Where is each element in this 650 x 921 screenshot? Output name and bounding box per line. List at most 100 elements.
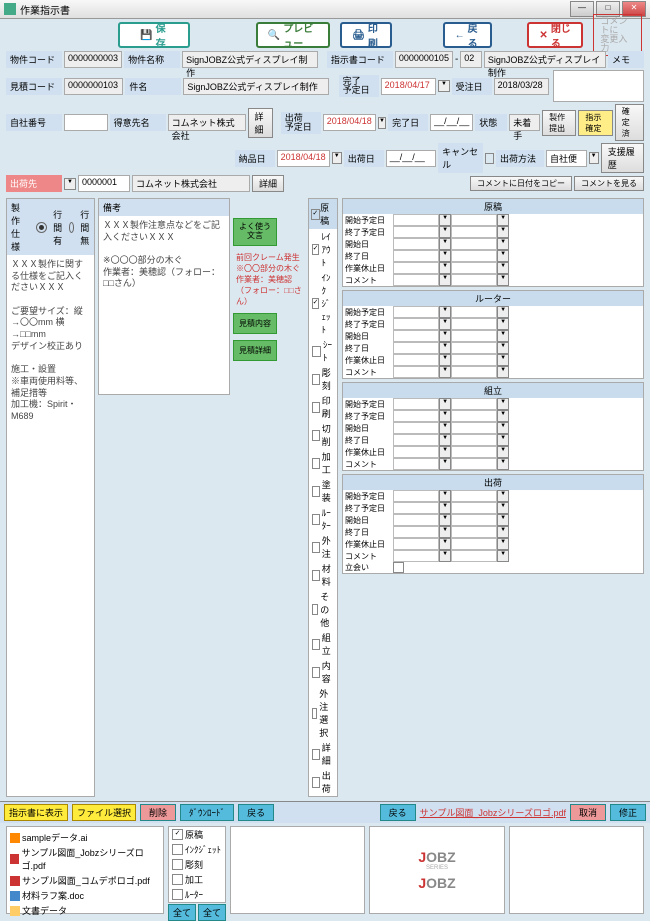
sched-dd[interactable]: ▼ [439,398,451,410]
kanryo-date[interactable]: 2018/04/17 [381,78,437,95]
minimize-button[interactable]: — [570,1,594,17]
sched-input[interactable] [393,262,439,274]
chk-3[interactable] [312,374,320,385]
sched-dd[interactable]: ▼ [439,354,451,366]
sched-input[interactable] [393,318,439,330]
fix-button[interactable]: 修正 [610,804,646,821]
sched-dd[interactable]: ▼ [439,502,451,514]
tokui-detail-button[interactable]: 詳細 [248,108,273,138]
estimate-detail-button[interactable]: 見積詳細 [233,340,277,361]
request-box[interactable]: コメントに 変更入力 [593,14,642,56]
back-button[interactable]: ←戻る [443,22,492,48]
sched-dd[interactable]: ▼ [439,318,451,330]
delete-button[interactable]: 削除 [140,804,176,821]
file-item[interactable]: 材料ラフ案.doc [10,888,160,903]
download-button[interactable]: ﾀﾞｳﾝﾛｰﾄﾞ [180,804,234,821]
shiji-display-button[interactable]: 指示書に表示 [4,804,68,821]
sched-input[interactable] [393,550,439,562]
chk-7[interactable] [312,486,320,497]
gyou-ari-radio[interactable] [36,222,47,233]
chk-15[interactable] [312,749,320,760]
chk-0[interactable]: ✓ [312,244,320,255]
sched-input[interactable] [393,538,439,550]
file-item[interactable]: サンプル図面_コムデポロゴ.pdf [10,873,160,888]
hensou-button[interactable]: 支援履歴 [601,143,644,173]
sched-dd[interactable]: ▼ [439,526,451,538]
chk2-1[interactable] [172,844,183,855]
comment-copy-button[interactable]: コメントに日付をコピー [470,176,572,191]
sched-input[interactable] [393,526,439,538]
chk2-4[interactable] [172,889,183,900]
shukkasaki-detail-button[interactable]: 詳細 [252,175,284,192]
shukka-method-value[interactable]: 自社便 [546,150,587,167]
sched-dd[interactable]: ▼ [439,422,451,434]
chk-11[interactable] [312,604,319,615]
seizo-button[interactable]: 製作提出 [542,110,576,136]
tachiai-chk[interactable] [393,562,404,573]
sched-dd[interactable]: ▼ [439,342,451,354]
chk-6[interactable] [312,458,320,469]
file-select-button[interactable]: ファイル選択 [72,804,136,821]
estimate-content-button[interactable]: 見積内容 [233,313,277,334]
chk2-0[interactable]: ✓ [172,829,183,840]
sched-dd[interactable]: ▼ [439,490,451,502]
shukka-method-dd[interactable]: ▼ [589,152,599,164]
sched-dd[interactable]: ▼ [439,410,451,422]
all-on-button[interactable]: 全て [168,904,196,921]
kanryobi-value[interactable]: __/__/__ [430,114,473,131]
sched-input[interactable] [393,446,439,458]
memo-field[interactable] [553,70,644,102]
chk-8[interactable] [312,514,320,525]
sched-dd[interactable]: ▼ [439,538,451,550]
chk2-3[interactable] [172,874,183,885]
cancel-checkbox[interactable] [485,153,494,164]
sched-input[interactable] [393,366,439,378]
sched-dd[interactable]: ▼ [439,274,451,286]
sched-input[interactable] [393,434,439,446]
sched-input[interactable] [393,354,439,366]
sched-dd[interactable]: ▼ [439,446,451,458]
sched-input[interactable] [393,422,439,434]
sched-dd[interactable]: ▼ [439,226,451,238]
sched-input[interactable] [393,342,439,354]
sched-dd[interactable]: ▼ [439,366,451,378]
chk-14[interactable] [312,708,318,719]
sched-input[interactable] [393,514,439,526]
sched-dd[interactable]: ▼ [439,262,451,274]
sched-input[interactable] [393,250,439,262]
back-button-3[interactable]: 戻る [380,804,416,821]
save-button[interactable]: 💾保存 [118,22,189,48]
nohin-dd[interactable]: ▼ [332,152,342,164]
sched-dd[interactable]: ▼ [439,550,451,562]
kakutei-button[interactable]: 確定済 [615,104,644,141]
sched-dd[interactable]: ▼ [439,330,451,342]
chk-12[interactable] [312,639,320,650]
sched-dd[interactable]: ▼ [439,458,451,470]
sched-input[interactable] [393,214,439,226]
sched-dd[interactable]: ▼ [439,514,451,526]
sched-input[interactable] [393,274,439,286]
shukkasaki-dd[interactable]: ▼ [64,178,76,190]
cancel-button[interactable]: 取消 [570,804,606,821]
close-button[interactable]: ✕閉じる [527,22,583,48]
shukkabi-value[interactable]: __/__/__ [386,150,436,167]
chk2-2[interactable] [172,859,183,870]
print-button[interactable]: 🖨印刷 [340,22,392,48]
chk-13[interactable] [312,667,320,678]
file-item[interactable]: sampleデータ.ai [10,830,160,845]
spec-textarea[interactable]: ＸＸＸ製作に関する仕様をご記入くださいＸＸＸ ご要望サイズ：縦→〇〇mm 横→□… [7,255,94,433]
sched-dd[interactable]: ▼ [439,250,451,262]
back-button-2[interactable]: 戻る [238,804,274,821]
preview-button[interactable]: 🔍プレビュー [256,22,330,48]
chk-4[interactable] [312,402,320,413]
freq-phrase-button[interactable]: よく使う 文言 [233,218,277,246]
shukkan-dd[interactable]: ▼ [378,117,386,129]
file-item[interactable]: 文書データ [10,903,160,918]
shukkan-date[interactable]: 2018/04/18 [323,114,376,131]
sched-input[interactable] [393,502,439,514]
chk-all[interactable]: ✓ [311,209,320,220]
nohin-date[interactable]: 2018/04/18 [277,150,330,167]
kanryo-dd[interactable]: ▼ [438,80,449,92]
file-item[interactable]: サンプル図面_Jobzシリーズロゴ.pdf [10,845,160,873]
gyou-nashi-radio[interactable] [69,222,74,233]
